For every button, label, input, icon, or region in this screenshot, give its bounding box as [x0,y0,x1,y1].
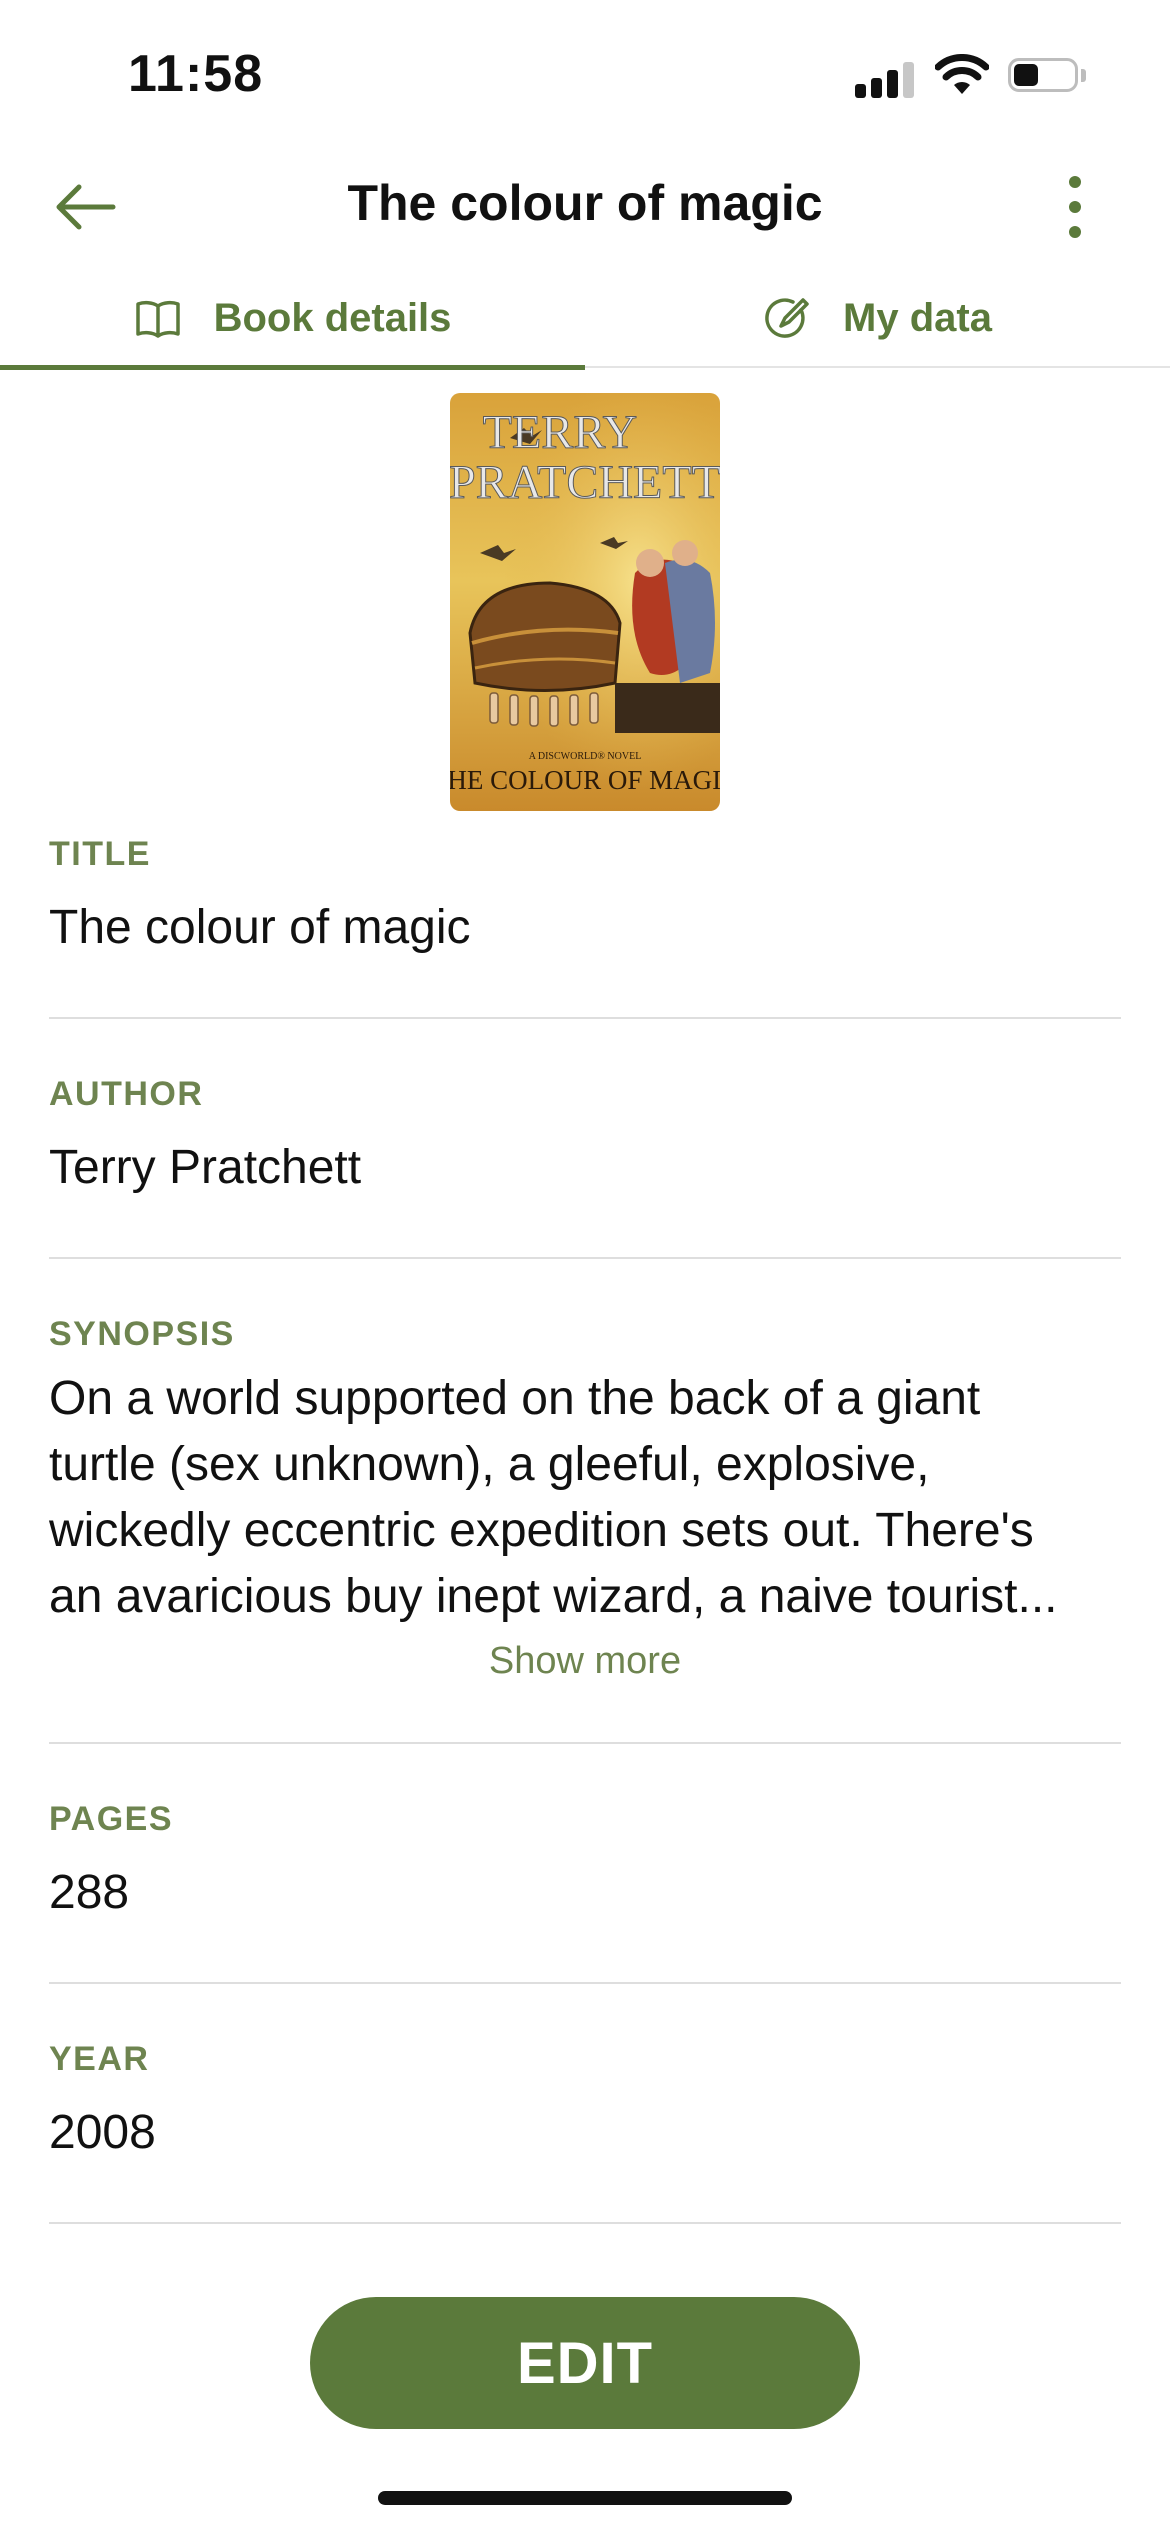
pages-label: PAGES [49,1800,174,1838]
synopsis-line: an avaricious buy inept wizard, a naive … [49,1570,1058,1623]
divider [49,1742,1121,1744]
svg-text:TERRY: TERRY [483,406,638,459]
home-indicator [378,2491,792,2505]
svg-text:PRATCHETT: PRATCHETT [450,456,720,509]
status-time: 11:58 [128,45,264,103]
book-open-icon [134,294,182,342]
divider [49,1257,1121,1259]
tab-my-data[interactable]: My data [585,268,1170,368]
title-field: TITLE The colour of magic [49,835,1121,955]
author-field: AUTHOR Terry Pratchett [49,1075,1121,1195]
status-bar: 11:58 [0,0,1170,150]
svg-text:A DISCWORLD® NOVEL: A DISCWORLD® NOVEL [529,751,642,762]
synopsis-line: turtle (sex unknown), a gleeful, explosi… [49,1438,930,1491]
author-label: AUTHOR [49,1075,204,1113]
year-value: 2008 [49,2106,156,2159]
book-cover-image: TERRY PRATCHETT A DISCWORLD® NOVEL THE C… [450,393,720,811]
synopsis-line: On a world supported on the back of a gi… [49,1372,981,1425]
edit-button[interactable]: EDIT [310,2297,860,2429]
pages-value: 288 [49,1866,130,1919]
synopsis-label: SYNOPSIS [49,1315,235,1353]
synopsis-line: wickedly eccentric expedition sets out. … [49,1504,1034,1557]
divider [49,1017,1121,1019]
wifi-icon [935,54,989,94]
tab-bar: Book details My data [0,268,1170,370]
edit-circle-icon [763,294,811,342]
show-more-link[interactable]: Show more [0,1640,1170,1683]
title-value: The colour of magic [49,901,471,954]
page-title: The colour of magic [347,175,823,231]
more-options-button[interactable] [1050,170,1100,245]
author-value: Terry Pratchett [49,1141,362,1194]
tab-my-data-label: My data [843,295,992,340]
synopsis-field: SYNOPSIS On a world supported on the bac… [49,1315,1121,1630]
battery-icon [1008,58,1086,96]
cellular-signal-icon [855,58,915,98]
divider [49,1982,1121,1984]
year-field: YEAR 2008 [49,2040,1121,2160]
title-label: TITLE [49,835,151,873]
synopsis-text: On a world supported on the back of a gi… [49,1366,1129,1630]
divider [49,2222,1121,2224]
tab-book-details-label: Book details [213,295,452,340]
active-tab-indicator [0,365,585,370]
tab-book-details[interactable]: Book details [0,268,585,370]
app-header: The colour of magic [0,150,1170,265]
pages-field: PAGES 288 [49,1800,1121,1920]
year-label: YEAR [49,2040,150,2078]
svg-text:THE COLOUR OF MAGIC: THE COLOUR OF MAGIC [450,765,720,795]
